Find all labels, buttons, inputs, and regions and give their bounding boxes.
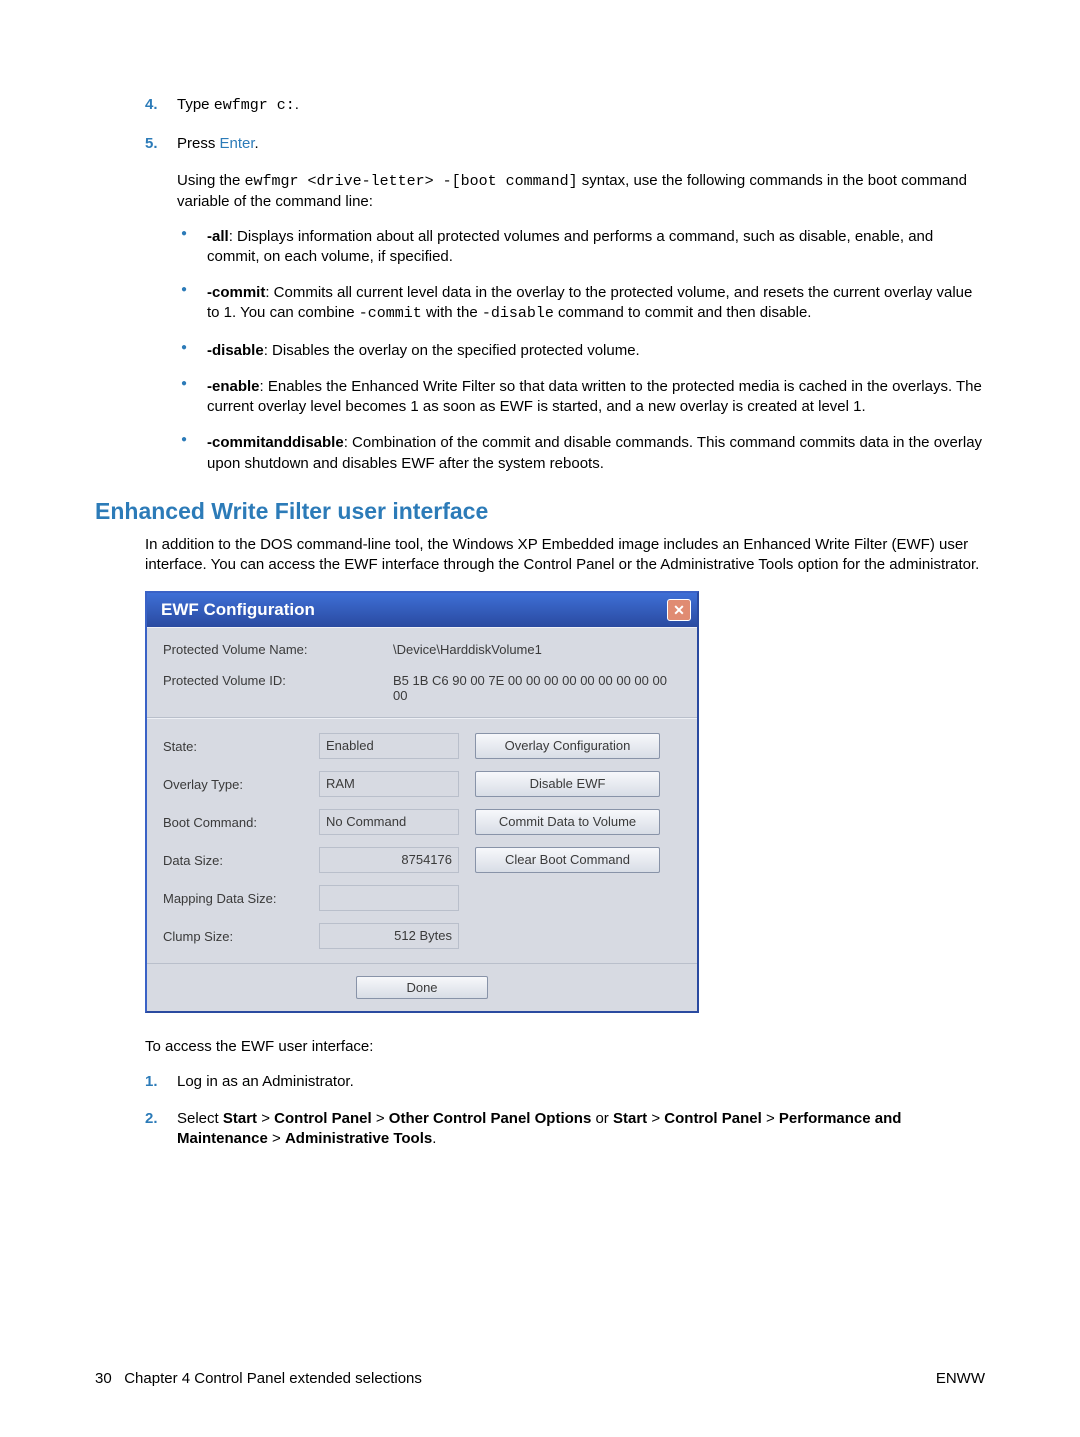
step-number: 4. [145,95,158,115]
step-text: Type ewfmgr c:. [177,96,299,113]
volume-info-section: Protected Volume Name: \Device\HarddiskV… [147,627,697,718]
state-section: State: Enabled Overlay Configuration Ove… [147,718,697,964]
overlay-type-value: RAM [319,771,459,797]
volume-name-row: Protected Volume Name: \Device\HarddiskV… [163,642,681,657]
command-bullet-list: -all: Displays information about all pro… [177,227,985,474]
boot-command-label: Boot Command: [163,815,303,830]
syntax-paragraph: Using the ewfmgr <drive-letter> -[boot c… [177,171,985,213]
step-4: 4. Type ewfmgr c:. [145,95,985,116]
close-button[interactable]: ✕ [667,599,691,621]
bullet-commit: -commit: Commits all current level data … [177,283,985,325]
steps-top-list: 4. Type ewfmgr c:. 5. Press Enter. [145,95,985,153]
data-size-label: Data Size: [163,853,303,868]
chapter-title: Chapter 4 Control Panel extended selecti… [124,1370,422,1387]
bullet-disable: -disable: Disables the overlay on the sp… [177,341,985,361]
step-number: 2. [145,1109,158,1129]
access-step-2: 2. Select Start > Control Panel > Other … [145,1109,985,1148]
step-text: Log in as an Administrator. [177,1073,354,1090]
window-title: EWF Configuration [161,600,315,620]
boot-command-value: No Command [319,809,459,835]
volume-name-label: Protected Volume Name: [163,642,343,657]
volume-id-label: Protected Volume ID: [163,673,343,703]
step-number: 5. [145,134,158,154]
done-row: Done [147,964,697,1011]
access-intro: To access the EWF user interface: [145,1037,985,1057]
section-heading: Enhanced Write Filter user interface [95,498,985,525]
step-number: 1. [145,1072,158,1092]
state-grid: State: Enabled Overlay Configuration Ove… [163,733,681,949]
ewf-configuration-window: EWF Configuration ✕ Protected Volume Nam… [145,591,699,1013]
enter-key-link[interactable]: Enter [220,135,255,152]
bullet-enable: -enable: Enables the Enhanced Write Filt… [177,377,985,418]
volume-id-row: Protected Volume ID: B5 1B C6 90 00 7E 0… [163,673,681,703]
window-titlebar: EWF Configuration ✕ [147,593,697,627]
close-icon: ✕ [673,603,685,617]
footer-left: 30 Chapter 4 Control Panel extended sele… [95,1370,422,1387]
footer-right: ENWW [936,1370,985,1387]
bullet-all: -all: Displays information about all pro… [177,227,985,268]
overlay-type-label: Overlay Type: [163,777,303,792]
commit-data-button[interactable]: Commit Data to Volume [475,809,660,835]
volume-id-value: B5 1B C6 90 00 7E 00 00 00 00 00 00 00 0… [393,673,681,703]
disable-ewf-button[interactable]: Disable EWF [475,771,660,797]
state-value: Enabled [319,733,459,759]
clear-boot-command-button[interactable]: Clear Boot Command [475,847,660,873]
step-5: 5. Press Enter. [145,134,985,154]
data-size-value: 8754176 [319,847,459,873]
clump-size-value: 512 Bytes [319,923,459,949]
steps-bottom-list: 1. Log in as an Administrator. 2. Select… [145,1072,985,1149]
page-footer: 30 Chapter 4 Control Panel extended sele… [95,1370,985,1387]
step-text: Select Start > Control Panel > Other Con… [177,1110,901,1147]
state-label: State: [163,739,303,754]
step-text: Press Enter. [177,135,259,152]
page-number: 30 [95,1370,112,1387]
done-button[interactable]: Done [356,976,488,999]
mapping-data-size-value [319,885,459,911]
intro-paragraph: In addition to the DOS command-line tool… [145,535,985,576]
document-page: 4. Type ewfmgr c:. 5. Press Enter. Using… [0,0,1080,1437]
access-step-1: 1. Log in as an Administrator. [145,1072,985,1092]
clump-size-label: Clump Size: [163,929,303,944]
overlay-config-button[interactable]: Overlay Configuration [475,733,660,759]
mapping-data-size-label: Mapping Data Size: [163,891,303,906]
main-content: 4. Type ewfmgr c:. 5. Press Enter. Using… [145,95,985,1148]
volume-name-value: \Device\HarddiskVolume1 [393,642,681,657]
bullet-commitanddisable: -commitanddisable: Combination of the co… [177,433,985,474]
